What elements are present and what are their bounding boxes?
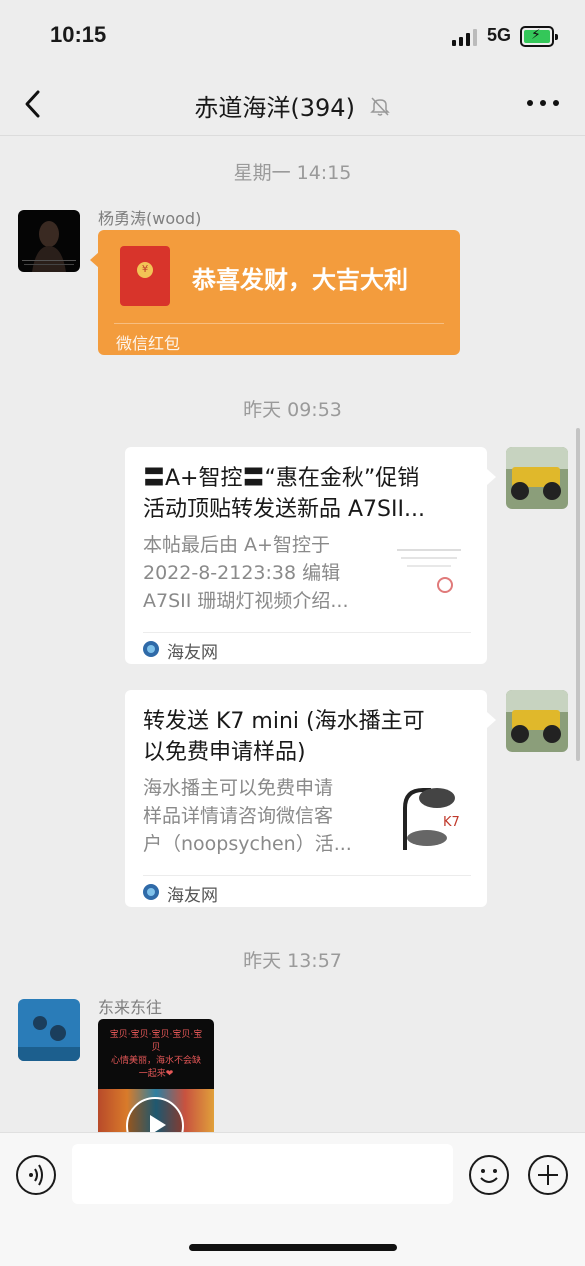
avatar[interactable] <box>18 210 80 272</box>
svg-text:K7: K7 <box>443 815 460 830</box>
link-card[interactable]: 〓A+智控〓“惠在金秋”促销 活动顶贴转发送新品 A7SII... 本帖最后由 … <box>125 447 496 664</box>
bell-muted-icon <box>369 95 391 123</box>
source-logo-icon <box>143 884 159 900</box>
more-button[interactable] <box>527 98 559 110</box>
plus-button[interactable] <box>528 1155 568 1195</box>
voice-button[interactable] <box>16 1155 56 1195</box>
plus-icon <box>538 1165 558 1185</box>
card-source: 海友网 <box>143 875 471 907</box>
red-packet-icon: ¥ <box>120 246 170 306</box>
voice-icon <box>29 1164 43 1186</box>
chat-title-wrap: 赤道海洋(394) <box>0 88 585 123</box>
status-bar: 10:15 5G ⚡ <box>0 0 585 72</box>
source-name: 海友网 <box>167 886 218 906</box>
card-description: 海水播主可以免费申请 样品详情请咨询微信客 户（noopsychen）活... <box>143 777 352 855</box>
avatar[interactable] <box>18 999 80 1061</box>
home-indicator[interactable] <box>189 1244 397 1251</box>
card-title: 转发送 K7 mini (海水播主可 以免费申请样品) <box>143 709 425 765</box>
video-overlay-text: 宝贝·宝贝·宝贝·宝贝·宝贝 心情美丽，海水不会缺 一起来❤ <box>109 1030 203 1079</box>
link-card[interactable]: 转发送 K7 mini (海水播主可 以免费申请样品) 海水播主可以免费申请 样… <box>125 690 496 907</box>
timestamp: 星期一 14:15 <box>233 162 352 184</box>
avatar[interactable] <box>506 447 568 509</box>
signal-icon <box>452 29 478 46</box>
card-source: 海友网 <box>143 632 471 664</box>
emoji-button[interactable] <box>469 1155 509 1195</box>
card-thumbnail <box>391 535 469 613</box>
timestamp: 昨天 13:57 <box>243 950 342 972</box>
red-packet-label: 微信红包 <box>116 334 181 353</box>
scrollbar[interactable] <box>576 428 580 761</box>
timestamp: 昨天 09:53 <box>243 399 342 421</box>
video-message[interactable]: 宝贝·宝贝·宝贝·宝贝·宝贝 心情美丽，海水不会缺 一起来❤ <box>98 1019 214 1132</box>
source-name: 海友网 <box>167 643 218 663</box>
avatar[interactable] <box>506 690 568 752</box>
emoji-icon <box>480 1169 498 1183</box>
red-packet-greeting: 恭喜发财，大吉大利 <box>192 266 408 294</box>
sender-name: 东来东往 <box>98 998 163 1017</box>
message-input[interactable] <box>72 1144 453 1204</box>
battery-charging-icon: ⚡ <box>520 26 558 47</box>
card-title: 〓A+智控〓“惠在金秋”促销 活动顶贴转发送新品 A7SII... <box>143 466 425 522</box>
card-thumbnail: K7 <box>391 778 469 856</box>
message-list[interactable]: 星期一 14:15 杨勇涛(wood) ¥ 恭喜发财，大吉大利 微信红包 昨天 … <box>0 137 585 1132</box>
source-logo-icon <box>143 641 159 657</box>
card-description: 本帖最后由 A+智控于 2022-8-2123:38 编辑 A7SII 珊瑚灯视… <box>143 534 349 612</box>
status-time: 10:15 <box>50 22 107 47</box>
sender-name: 杨勇涛(wood) <box>98 209 202 228</box>
network-label: 5G <box>487 25 512 45</box>
red-packet-message[interactable]: ¥ 恭喜发财，大吉大利 微信红包 <box>90 230 460 355</box>
chat-header: 赤道海洋(394) <box>0 72 585 136</box>
chat-title: 赤道海洋(394) <box>194 94 355 122</box>
